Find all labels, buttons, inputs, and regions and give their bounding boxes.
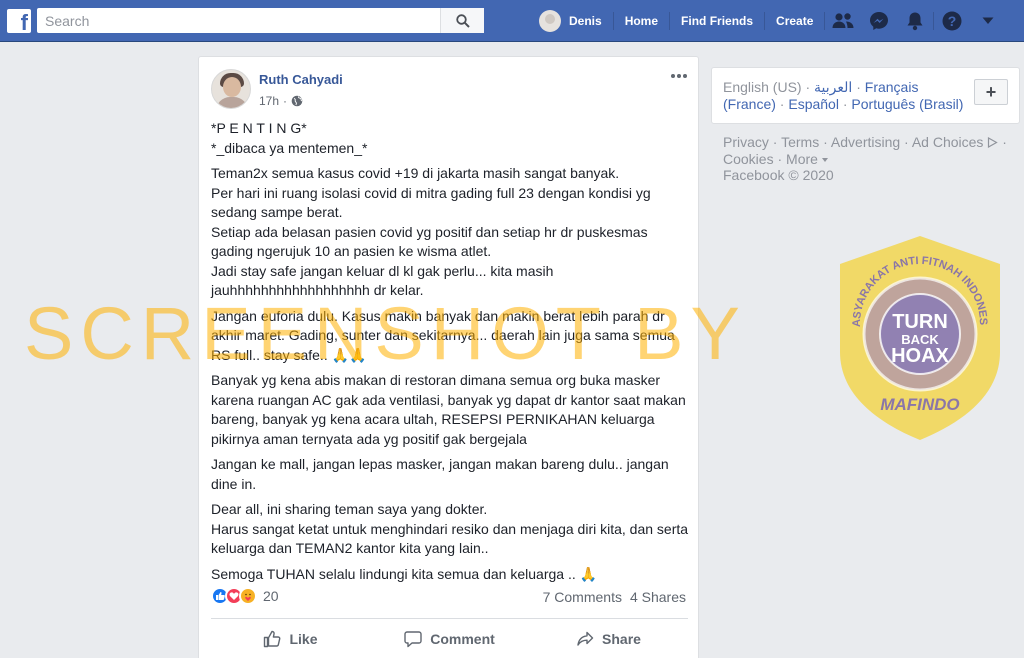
post-paragraph: Dear all, ini sharing teman saya yang do… — [211, 501, 689, 556]
bell-icon — [907, 12, 923, 31]
more-link[interactable]: More — [786, 151, 828, 167]
dot — [671, 74, 675, 78]
facebook-logo-icon[interactable]: f — [7, 9, 31, 33]
top-navigation-bar: f Denis Home Find Friends Create ? — [0, 0, 1024, 42]
messenger-icon — [870, 12, 889, 30]
create-link[interactable]: Create — [765, 0, 824, 42]
comment-button[interactable]: Comment — [370, 619, 529, 658]
avatar-face — [223, 77, 241, 97]
search-button[interactable] — [440, 8, 484, 33]
shares-count[interactable]: 4 Shares — [630, 589, 686, 605]
post-paragraph: Teman2x semua kasus covid +19 di jakarta… — [211, 165, 651, 298]
avatar-body — [216, 97, 248, 108]
comment-label: Comment — [430, 631, 495, 647]
language-selector-box: English (US) · العربية · Français (Franc… — [711, 67, 1020, 124]
footer-links: Privacy · Terms · Advertising · Ad Choic… — [723, 134, 1007, 167]
post-paragraph: *P E N T I N G* *_dibaca ya mentemen_* — [211, 120, 368, 156]
advertising-link[interactable]: Advertising — [831, 134, 900, 150]
engagement-stats: 7 Comments 4 Shares — [543, 589, 686, 605]
svg-text:MASYARAKAT ANTI FITNAH INDONES: MASYARAKAT ANTI FITNAH INDONESIA — [834, 234, 989, 327]
home-link[interactable]: Home — [614, 0, 669, 42]
more-label: More — [786, 151, 818, 167]
chevron-down-icon — [982, 17, 994, 24]
comments-count[interactable]: 7 Comments — [543, 589, 622, 605]
svg-text:?: ? — [948, 13, 957, 29]
language-link-spanish[interactable]: Español — [788, 96, 839, 112]
messenger-button[interactable] — [861, 0, 897, 42]
post-options-button[interactable] — [668, 65, 690, 87]
post-meta: 17h · — [259, 94, 303, 108]
question-mark-icon: ? — [942, 11, 962, 31]
ad-choices-label: Ad Choices — [911, 134, 984, 150]
post-actions: Like Comment Share — [211, 619, 688, 658]
reactions-summary[interactable]: 20 — [211, 587, 279, 605]
friends-icon — [832, 13, 854, 28]
share-arrow-icon — [577, 631, 594, 646]
author-avatar[interactable] — [211, 69, 251, 109]
language-link-arabic[interactable]: العربية — [814, 79, 852, 95]
dot — [677, 74, 681, 78]
search-input[interactable] — [37, 8, 440, 33]
post-timestamp[interactable]: 17h — [259, 94, 279, 108]
like-button[interactable]: Like — [211, 619, 370, 658]
thumbs-up-icon — [264, 630, 281, 648]
svg-text:TURN: TURN — [892, 311, 948, 333]
notifications-button[interactable] — [897, 0, 933, 42]
mafindo-badge-logo: MASYARAKAT ANTI FITNAH INDONESIA TURN BA… — [834, 234, 1000, 440]
language-list: English (US) · العربية · Français (Franc… — [723, 79, 964, 112]
reaction-count: 20 — [263, 588, 279, 604]
search-icon — [455, 13, 470, 28]
post-paragraph: Semoga TUHAN selalu lindungi kita semua … — [211, 565, 598, 582]
cookies-link[interactable]: Cookies — [723, 151, 774, 167]
separator: · — [283, 94, 288, 108]
svg-text:BACK: BACK — [901, 332, 939, 347]
nav-links: Denis Home Find Friends Create ? — [528, 0, 1006, 42]
find-friends-link[interactable]: Find Friends — [670, 0, 764, 42]
post-text: *P E N T I N G* *_dibaca ya mentemen_* T… — [211, 119, 691, 590]
help-button[interactable]: ? — [934, 0, 970, 42]
author-name[interactable]: Ruth Cahyadi — [259, 72, 343, 87]
privacy-link[interactable]: Privacy — [723, 134, 769, 150]
share-label: Share — [602, 631, 641, 647]
profile-link[interactable]: Denis — [528, 0, 613, 42]
care-reaction-icon — [239, 587, 257, 605]
globe-icon — [291, 95, 303, 107]
svg-text:HOAX: HOAX — [891, 345, 949, 367]
post-paragraph: Banyak yg kena abis makan di restoran di… — [211, 372, 686, 447]
post-paragraph: Jangan euforia dulu. Kasus makin banyak … — [211, 307, 675, 363]
post-paragraph: Jangan ke mall, jangan lepas masker, jan… — [211, 456, 669, 492]
caret-down-icon — [821, 158, 828, 162]
post-card: Ruth Cahyadi 17h · *P E N T I N G* *_dib… — [198, 56, 699, 658]
ad-choices-icon — [988, 136, 999, 149]
like-label: Like — [289, 631, 318, 647]
profile-name: Denis — [569, 14, 602, 28]
current-language: English (US) — [723, 79, 802, 95]
avatar — [539, 10, 561, 32]
copyright-text: Facebook © 2020 — [723, 167, 834, 183]
account-menu-button[interactable] — [970, 0, 1006, 42]
comment-icon — [404, 631, 422, 648]
svg-text:MAFINDO: MAFINDO — [880, 395, 959, 414]
friend-requests-button[interactable] — [825, 0, 861, 42]
search-box — [37, 8, 484, 33]
dot — [683, 74, 687, 78]
terms-link[interactable]: Terms — [781, 134, 819, 150]
share-button[interactable]: Share — [529, 619, 688, 658]
language-link-portuguese[interactable]: Português (Brasil) — [851, 96, 963, 112]
ad-choices-link[interactable]: Ad Choices — [911, 134, 999, 150]
more-languages-button[interactable]: + — [974, 79, 1008, 105]
